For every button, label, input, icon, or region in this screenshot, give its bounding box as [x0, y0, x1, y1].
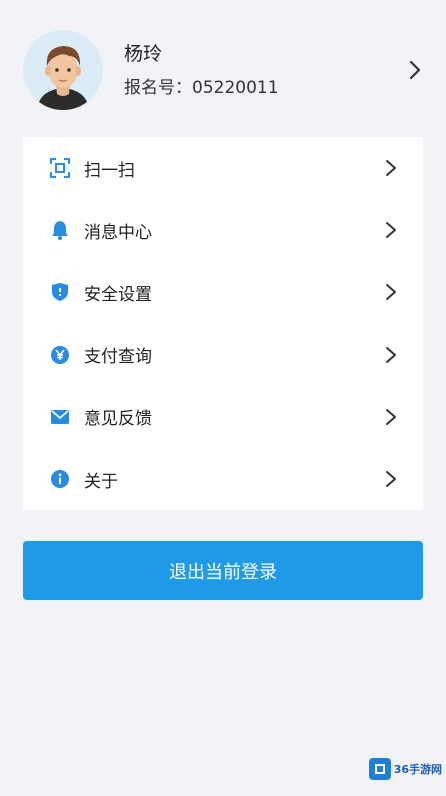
info-icon: [50, 469, 70, 489]
menu-item-label: 消息中心: [84, 222, 152, 243]
watermark: 36手游网: [368, 756, 442, 782]
chevron-right-icon: [386, 408, 396, 425]
watermark-text: 36手游网: [393, 763, 442, 776]
chevron-right-icon[interactable]: [408, 60, 422, 80]
profile-header[interactable]: 杨玲 报名号：05220011: [0, 0, 446, 140]
shield-icon: [50, 282, 70, 302]
chevron-right-icon: [386, 160, 396, 176]
menu-list: 扫一扫 消息中心 安全设置 支付查询 意见反馈 关于: [23, 137, 423, 510]
menu-item-scan[interactable]: 扫一扫: [23, 137, 423, 199]
menu-item-label: 意见反馈: [84, 409, 152, 430]
chevron-right-icon: [386, 470, 396, 487]
user-avatar-icon: [23, 30, 103, 110]
menu-item-label: 安全设置: [84, 284, 152, 305]
avatar: [23, 30, 103, 110]
bell-icon: [50, 220, 70, 241]
profile-name: 杨玲: [124, 42, 163, 65]
menu-item-about[interactable]: 关于: [23, 448, 423, 510]
menu-item-label: 关于: [84, 471, 118, 492]
menu-item-payment[interactable]: 支付查询: [23, 324, 423, 386]
menu-item-label: 支付查询: [84, 347, 152, 368]
chevron-right-icon: [386, 346, 396, 363]
chevron-right-icon: [386, 284, 396, 301]
profile-info: 杨玲 报名号：05220011: [124, 41, 279, 100]
logout-button[interactable]: 退出当前登录: [23, 541, 423, 600]
menu-item-feedback[interactable]: 意见反馈: [23, 386, 423, 448]
watermark-logo-icon: [368, 758, 391, 780]
mail-icon: [50, 407, 70, 427]
menu-item-messages[interactable]: 消息中心: [23, 199, 423, 261]
menu-item-label: 扫一扫: [84, 160, 135, 181]
registration-number: 报名号：05220011: [124, 77, 279, 98]
chevron-right-icon: [386, 222, 396, 239]
menu-item-security[interactable]: 安全设置: [23, 261, 423, 323]
scan-icon: [50, 158, 70, 179]
yen-coin-icon: [50, 345, 70, 365]
